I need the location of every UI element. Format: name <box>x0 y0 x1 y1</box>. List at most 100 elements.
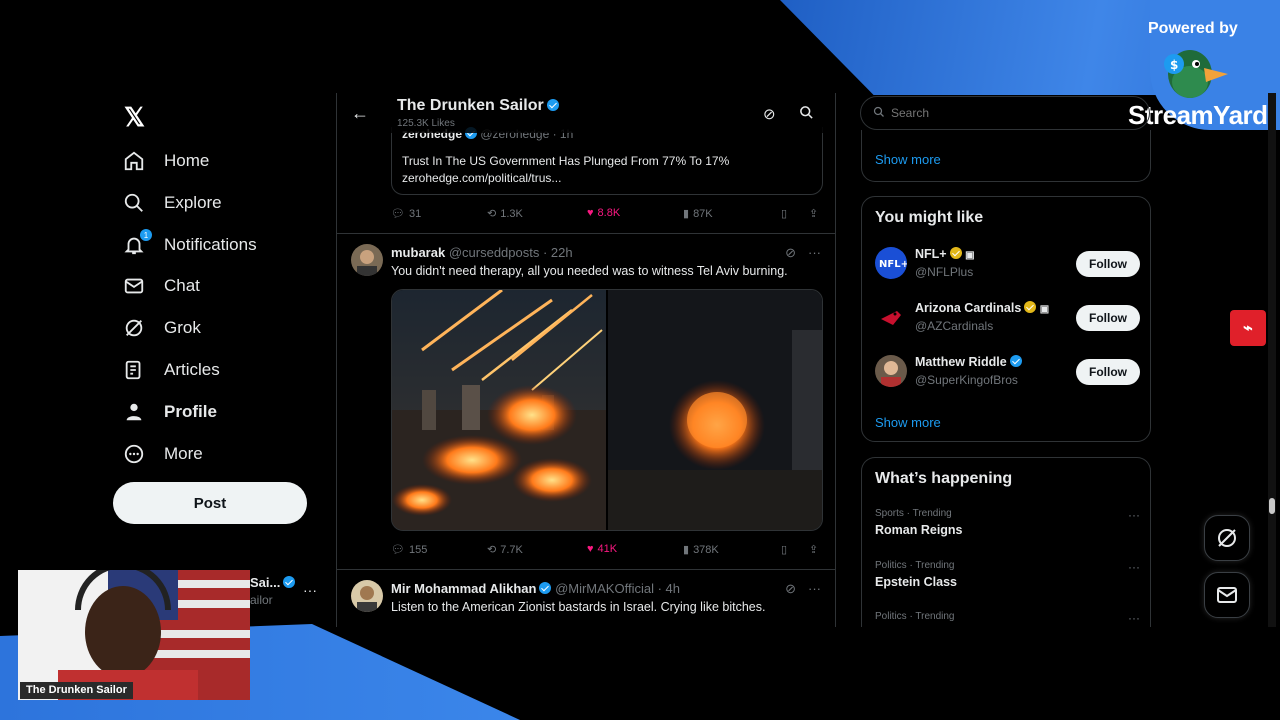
nav-notifications[interactable]: 1 Notifications <box>122 225 257 265</box>
search-icon <box>873 106 885 121</box>
nav-explore[interactable]: Explore <box>122 183 222 223</box>
x-logo-icon[interactable]: 𝕏 <box>124 102 145 133</box>
trend-item[interactable]: Politics · Trending Epstein Class ··· <box>875 560 1140 589</box>
profile-header: ← The Drunken Sailor 125.3K Likes ⊘ <box>337 93 835 133</box>
follow-button[interactable]: Follow <box>1076 251 1140 277</box>
nav-label: Chat <box>164 276 200 295</box>
grok-fab[interactable] <box>1204 515 1250 561</box>
tweet-header: Mir Mohammad Alikhan @MirMAKOfficial · 4… <box>391 581 680 596</box>
bookmark-icon[interactable]: ▯ <box>781 543 787 556</box>
account-handle: @NFLPlus <box>915 265 974 279</box>
show-more-link[interactable]: Show more <box>875 415 941 430</box>
verified-badge-icon <box>283 576 296 588</box>
reply-button[interactable]: 💬︎ 155 <box>391 543 427 557</box>
search-box[interactable] <box>860 96 1150 130</box>
mail-icon <box>1217 587 1237 603</box>
suggested-account[interactable]: NFL+ NFL+ ▣ @NFLPlus Follow <box>875 243 1140 283</box>
messages-fab[interactable] <box>1204 572 1250 618</box>
nav-label: Articles <box>164 360 220 379</box>
share-icon[interactable]: ⇪ <box>809 207 818 220</box>
trend-item[interactable]: Sports · Trending Roman Reigns ··· <box>875 508 1140 537</box>
views-button[interactable]: ▮ 87K <box>683 207 713 221</box>
account-more-icon[interactable]: ··· <box>303 582 317 598</box>
scrollbar-thumb[interactable] <box>1269 498 1275 514</box>
trend-item[interactable]: Politics · Trending ··· <box>875 611 1140 625</box>
author-handle: @curseddposts · 22h <box>448 245 573 260</box>
nav-label: Profile <box>164 402 217 421</box>
account-name[interactable]: Sai... <box>250 575 296 590</box>
follow-button[interactable]: Follow <box>1076 359 1140 385</box>
nav-grok[interactable]: Grok <box>122 308 201 348</box>
nav-home[interactable]: Home <box>122 141 209 181</box>
back-arrow-icon[interactable]: ← <box>351 103 369 124</box>
grok-icon <box>122 316 146 340</box>
tweet-actions: 💬︎ 155 ⟲ 7.7K ♥ 41K ▮ 378K ▯ ⇪ <box>391 543 823 561</box>
grok-icon <box>1218 529 1236 547</box>
show-more-link[interactable]: Show more <box>875 152 941 167</box>
divider <box>337 233 835 234</box>
views-button[interactable]: ▮ 378K <box>683 543 719 557</box>
timeline[interactable]: ← The Drunken Sailor 125.3K Likes ⊘ zero… <box>336 93 836 627</box>
side-tab-icon[interactable]: ⌁ <box>1230 310 1266 346</box>
account-name: Arizona Cardinals ▣ <box>915 301 1050 315</box>
more-icon[interactable]: ··· <box>1128 560 1140 574</box>
share-icon[interactable]: ⇪ <box>809 543 818 556</box>
follow-button[interactable]: Follow <box>1076 305 1140 331</box>
streamyard-duck-logo: $ <box>1164 50 1228 98</box>
nav-profile[interactable]: Profile <box>122 392 217 432</box>
trend-meta: Politics · Trending <box>875 560 955 571</box>
affiliate-badge-icon: ▣ <box>965 250 975 261</box>
search-input[interactable] <box>891 106 1131 120</box>
bookmark-icon[interactable]: ▯ <box>781 207 787 220</box>
reply-button[interactable]: 💬︎ 31 <box>391 207 421 221</box>
more-circle-icon <box>122 442 146 466</box>
account-name: NFL+ ▣ <box>915 247 975 261</box>
search-icon[interactable] <box>799 105 814 124</box>
author-name[interactable]: Mir Mohammad Alikhan <box>391 581 536 596</box>
more-icon[interactable]: ··· <box>1128 611 1140 625</box>
affiliate-badge-icon: ▣ <box>1039 304 1050 315</box>
nav-label: Grok <box>164 318 201 337</box>
quoted-link[interactable]: zerohedge.com/political/trus... <box>402 170 812 187</box>
nav-more[interactable]: More <box>122 434 203 474</box>
tweet-text: Listen to the American Zionist bastards … <box>391 600 766 614</box>
whats-happening-card: What’s happening Sports · Trending Roman… <box>861 457 1151 627</box>
author-name[interactable]: mubarak <box>391 245 445 260</box>
nav-label: More <box>164 444 203 463</box>
trend-meta: Sports · Trending <box>875 508 952 519</box>
svg-text:NFL+: NFL+ <box>879 259 907 270</box>
repost-button[interactable]: ⟲ 1.3K <box>487 207 523 221</box>
nav-label: Notifications <box>164 235 257 254</box>
card-title: You might like <box>875 209 984 226</box>
avatar <box>875 301 907 333</box>
profile-title: The Drunken Sailor <box>397 97 559 115</box>
suggested-account[interactable]: Arizona Cardinals ▣ @AZCardinals Follow <box>875 297 1140 337</box>
nav-chat[interactable]: Chat <box>122 266 200 306</box>
nav-articles[interactable]: Articles <box>122 350 220 390</box>
like-button[interactable]: ♥ 41K <box>587 543 617 555</box>
repost-button[interactable]: ⟲ 7.7K <box>487 543 523 557</box>
avatar[interactable] <box>351 244 383 276</box>
post-button[interactable]: Post <box>113 482 307 524</box>
tweet-media[interactable] <box>391 289 823 531</box>
grok-icon[interactable]: ⊘ <box>785 245 796 261</box>
grok-icon[interactable]: ⊘ <box>785 581 796 597</box>
grok-icon[interactable]: ⊘ <box>763 105 776 123</box>
account-name: Matthew Riddle <box>915 355 1022 369</box>
verified-badge-icon <box>546 99 559 111</box>
more-icon[interactable]: ··· <box>1128 508 1140 522</box>
home-icon <box>122 149 146 173</box>
mail-icon <box>122 274 146 298</box>
account-handle: ailor <box>250 593 273 607</box>
tweet-actions: 💬︎ 31 ⟲ 1.3K ♥ 8.8K ▮ 87K ▯ ⇪ <box>391 207 823 225</box>
quoted-tweet[interactable]: zerohedge @zerohedge · 1h Trust In The U… <box>391 127 823 195</box>
tweet-tools: ⊘ ··· <box>785 245 821 261</box>
svg-text:$: $ <box>1170 58 1178 72</box>
verified-badge-icon <box>949 247 962 259</box>
scrollbar[interactable] <box>1268 93 1276 627</box>
more-icon[interactable]: ··· <box>808 245 821 261</box>
avatar[interactable] <box>351 580 383 612</box>
suggested-account[interactable]: Matthew Riddle @SuperKingofBros Follow <box>875 351 1140 391</box>
like-button[interactable]: ♥ 8.8K <box>587 207 620 219</box>
more-icon[interactable]: ··· <box>808 581 821 597</box>
